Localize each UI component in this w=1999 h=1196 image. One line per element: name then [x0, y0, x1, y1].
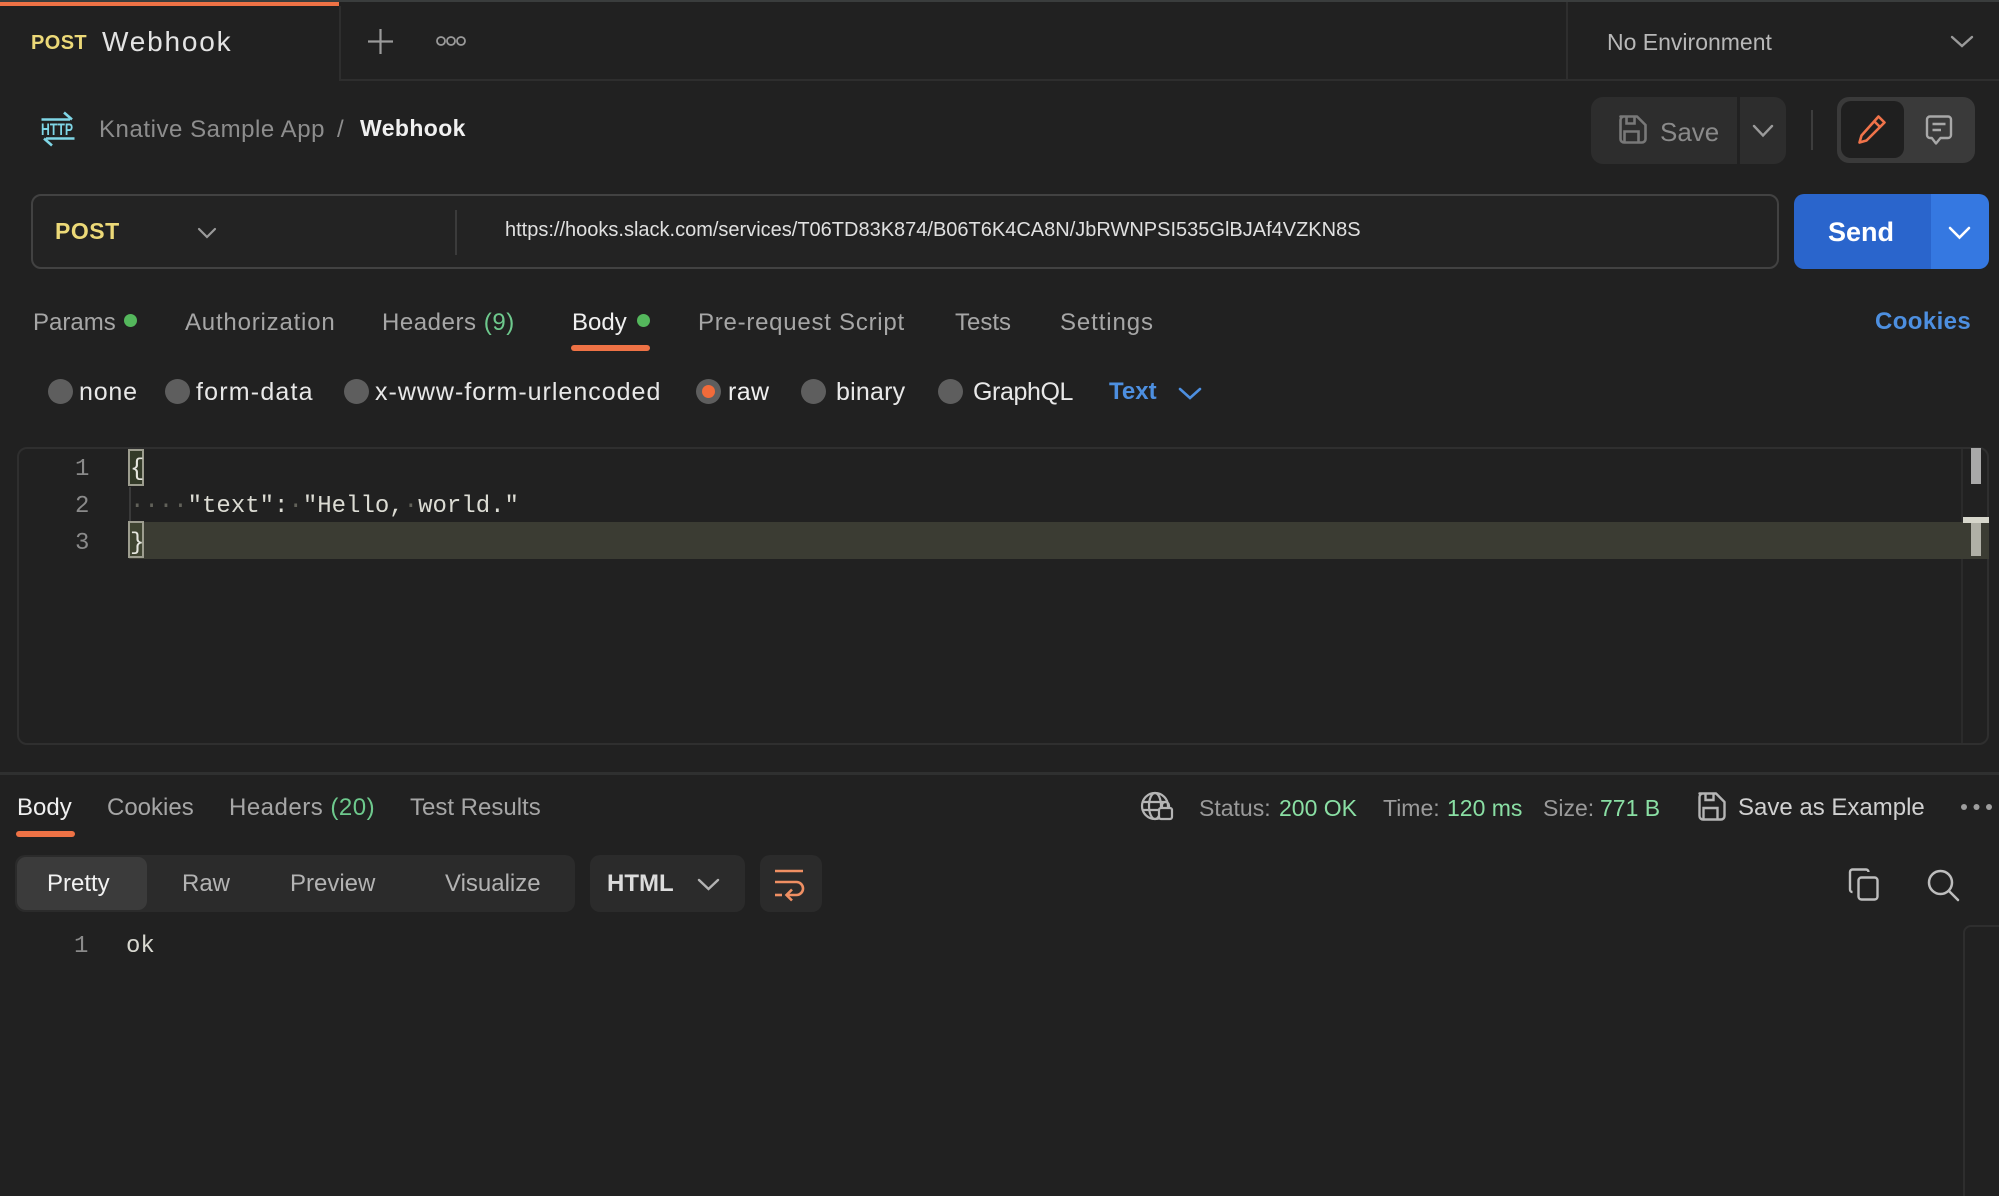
svg-text:HTTP: HTTP [41, 121, 73, 139]
